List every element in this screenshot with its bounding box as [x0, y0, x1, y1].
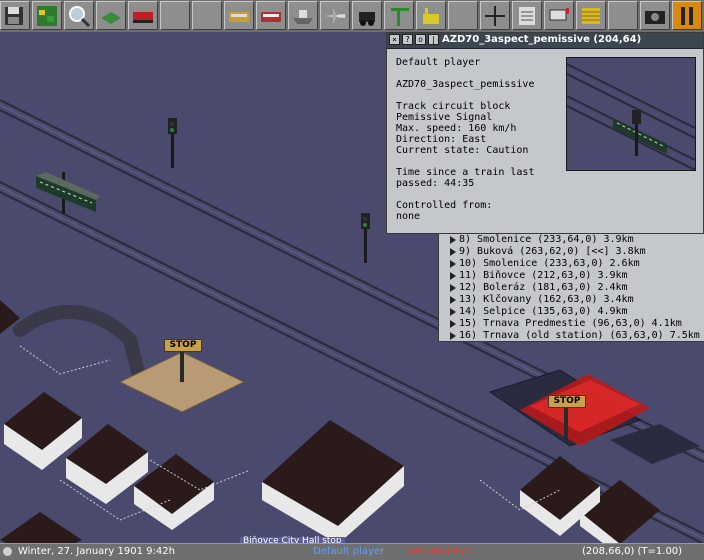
game-menu-button[interactable]	[0, 1, 30, 30]
landscape-button[interactable]	[96, 1, 126, 30]
player-name-text[interactable]: Default player	[313, 544, 384, 559]
map-icon	[37, 6, 57, 26]
play-arrow-icon	[450, 320, 456, 328]
block-type-text: Track circuit block	[396, 101, 511, 112]
object-name-text: AZD70_3aspect_pemissive	[396, 79, 535, 90]
signal-type-text: Pemissive Signal	[396, 112, 493, 123]
money-text[interactable]: -405,863.07¢	[405, 544, 472, 559]
main-toolbar	[0, 0, 704, 32]
pause-icon	[681, 7, 693, 25]
industry-button[interactable]	[416, 1, 446, 30]
help-icon[interactable]: ?	[402, 34, 413, 45]
zoom-button[interactable]	[64, 1, 94, 30]
list-icon	[519, 7, 535, 25]
schedule-list-panel: 8) Smolenice (233,64,0) 3.9km 9) Buková …	[438, 234, 704, 342]
close-icon[interactable]: ×	[389, 34, 400, 45]
direction-text: Direction: East	[396, 134, 487, 145]
stop-sign-station: STOP	[548, 395, 586, 408]
terrain-icon	[101, 12, 121, 24]
blank-button-3[interactable]	[448, 1, 478, 30]
map-button[interactable]	[32, 1, 62, 30]
mailbox-icon	[549, 8, 569, 21]
signal-button[interactable]	[480, 1, 510, 30]
time-since-value: passed: 44:35	[396, 178, 475, 189]
max-speed-text: Max. speed: 160 km/h	[396, 123, 517, 134]
locomotive-icon	[359, 12, 375, 26]
locomotive-button[interactable]	[352, 1, 382, 30]
train-icon	[133, 12, 153, 23]
controlled-from-label: Controlled from:	[396, 200, 493, 211]
finance-button[interactable]	[576, 1, 606, 30]
factory-icon	[423, 8, 439, 24]
pause-button[interactable]	[672, 1, 702, 30]
state-text: Current state: Caution	[396, 145, 529, 156]
play-arrow-icon	[450, 248, 456, 256]
eye-icon[interactable]: o	[415, 34, 426, 45]
cursor-coords-text: (208,66,0) (T=1.00)	[582, 546, 683, 557]
owner-text: Default player	[396, 57, 481, 68]
blank-button-4[interactable]	[608, 1, 638, 30]
blank-button-2[interactable]	[192, 1, 222, 30]
play-arrow-icon	[450, 308, 456, 316]
tram-icon	[261, 12, 281, 22]
play-arrow-icon	[450, 332, 456, 340]
ship-icon	[293, 10, 313, 24]
ship-button[interactable]	[288, 1, 318, 30]
crane-icon	[391, 8, 409, 26]
signal-details: Default player AZD70_3aspect_pemissive T…	[396, 57, 566, 222]
coins-icon	[582, 8, 600, 24]
airport-button[interactable]	[320, 1, 350, 30]
status-info-icon	[3, 547, 12, 556]
window-title-bar[interactable]: × ? o | AZD70_3aspect_pemissive (204,64)	[387, 33, 703, 49]
window-title: AZD70_3aspect_pemissive (204,64)	[442, 34, 642, 45]
mailbox-button[interactable]	[544, 1, 574, 30]
status-bar: Winter, 27. January 1901 9:42h Default p…	[0, 543, 704, 560]
pin-icon[interactable]: |	[428, 34, 439, 45]
magnifier-icon	[69, 6, 91, 28]
signal-preview-image[interactable]	[566, 57, 696, 171]
floppy-icon	[5, 7, 23, 25]
list-button[interactable]	[512, 1, 542, 30]
screenshot-button[interactable]	[640, 1, 670, 30]
bus-icon	[229, 12, 249, 22]
play-arrow-icon	[450, 272, 456, 280]
date-time-text: Winter, 27. January 1901 9:42h	[18, 546, 175, 557]
play-arrow-icon	[450, 284, 456, 292]
play-arrow-icon	[450, 236, 456, 244]
tram-button[interactable]	[256, 1, 286, 30]
stop-sign-bus: STOP	[164, 339, 202, 352]
crane-button[interactable]	[384, 1, 414, 30]
camera-icon	[645, 11, 665, 24]
play-arrow-icon	[450, 296, 456, 304]
plane-icon	[325, 8, 345, 24]
rail-build-button[interactable]	[128, 1, 158, 30]
road-vehicle-button[interactable]	[224, 1, 254, 30]
blank-button-1[interactable]	[160, 1, 190, 30]
time-since-label: Time since a train last	[396, 167, 535, 178]
controlled-from-value: none	[396, 211, 421, 222]
play-arrow-icon	[450, 260, 456, 268]
signal-info-window: × ? o | AZD70_3aspect_pemissive (204,64)…	[386, 32, 704, 234]
signal-icon	[485, 6, 505, 26]
